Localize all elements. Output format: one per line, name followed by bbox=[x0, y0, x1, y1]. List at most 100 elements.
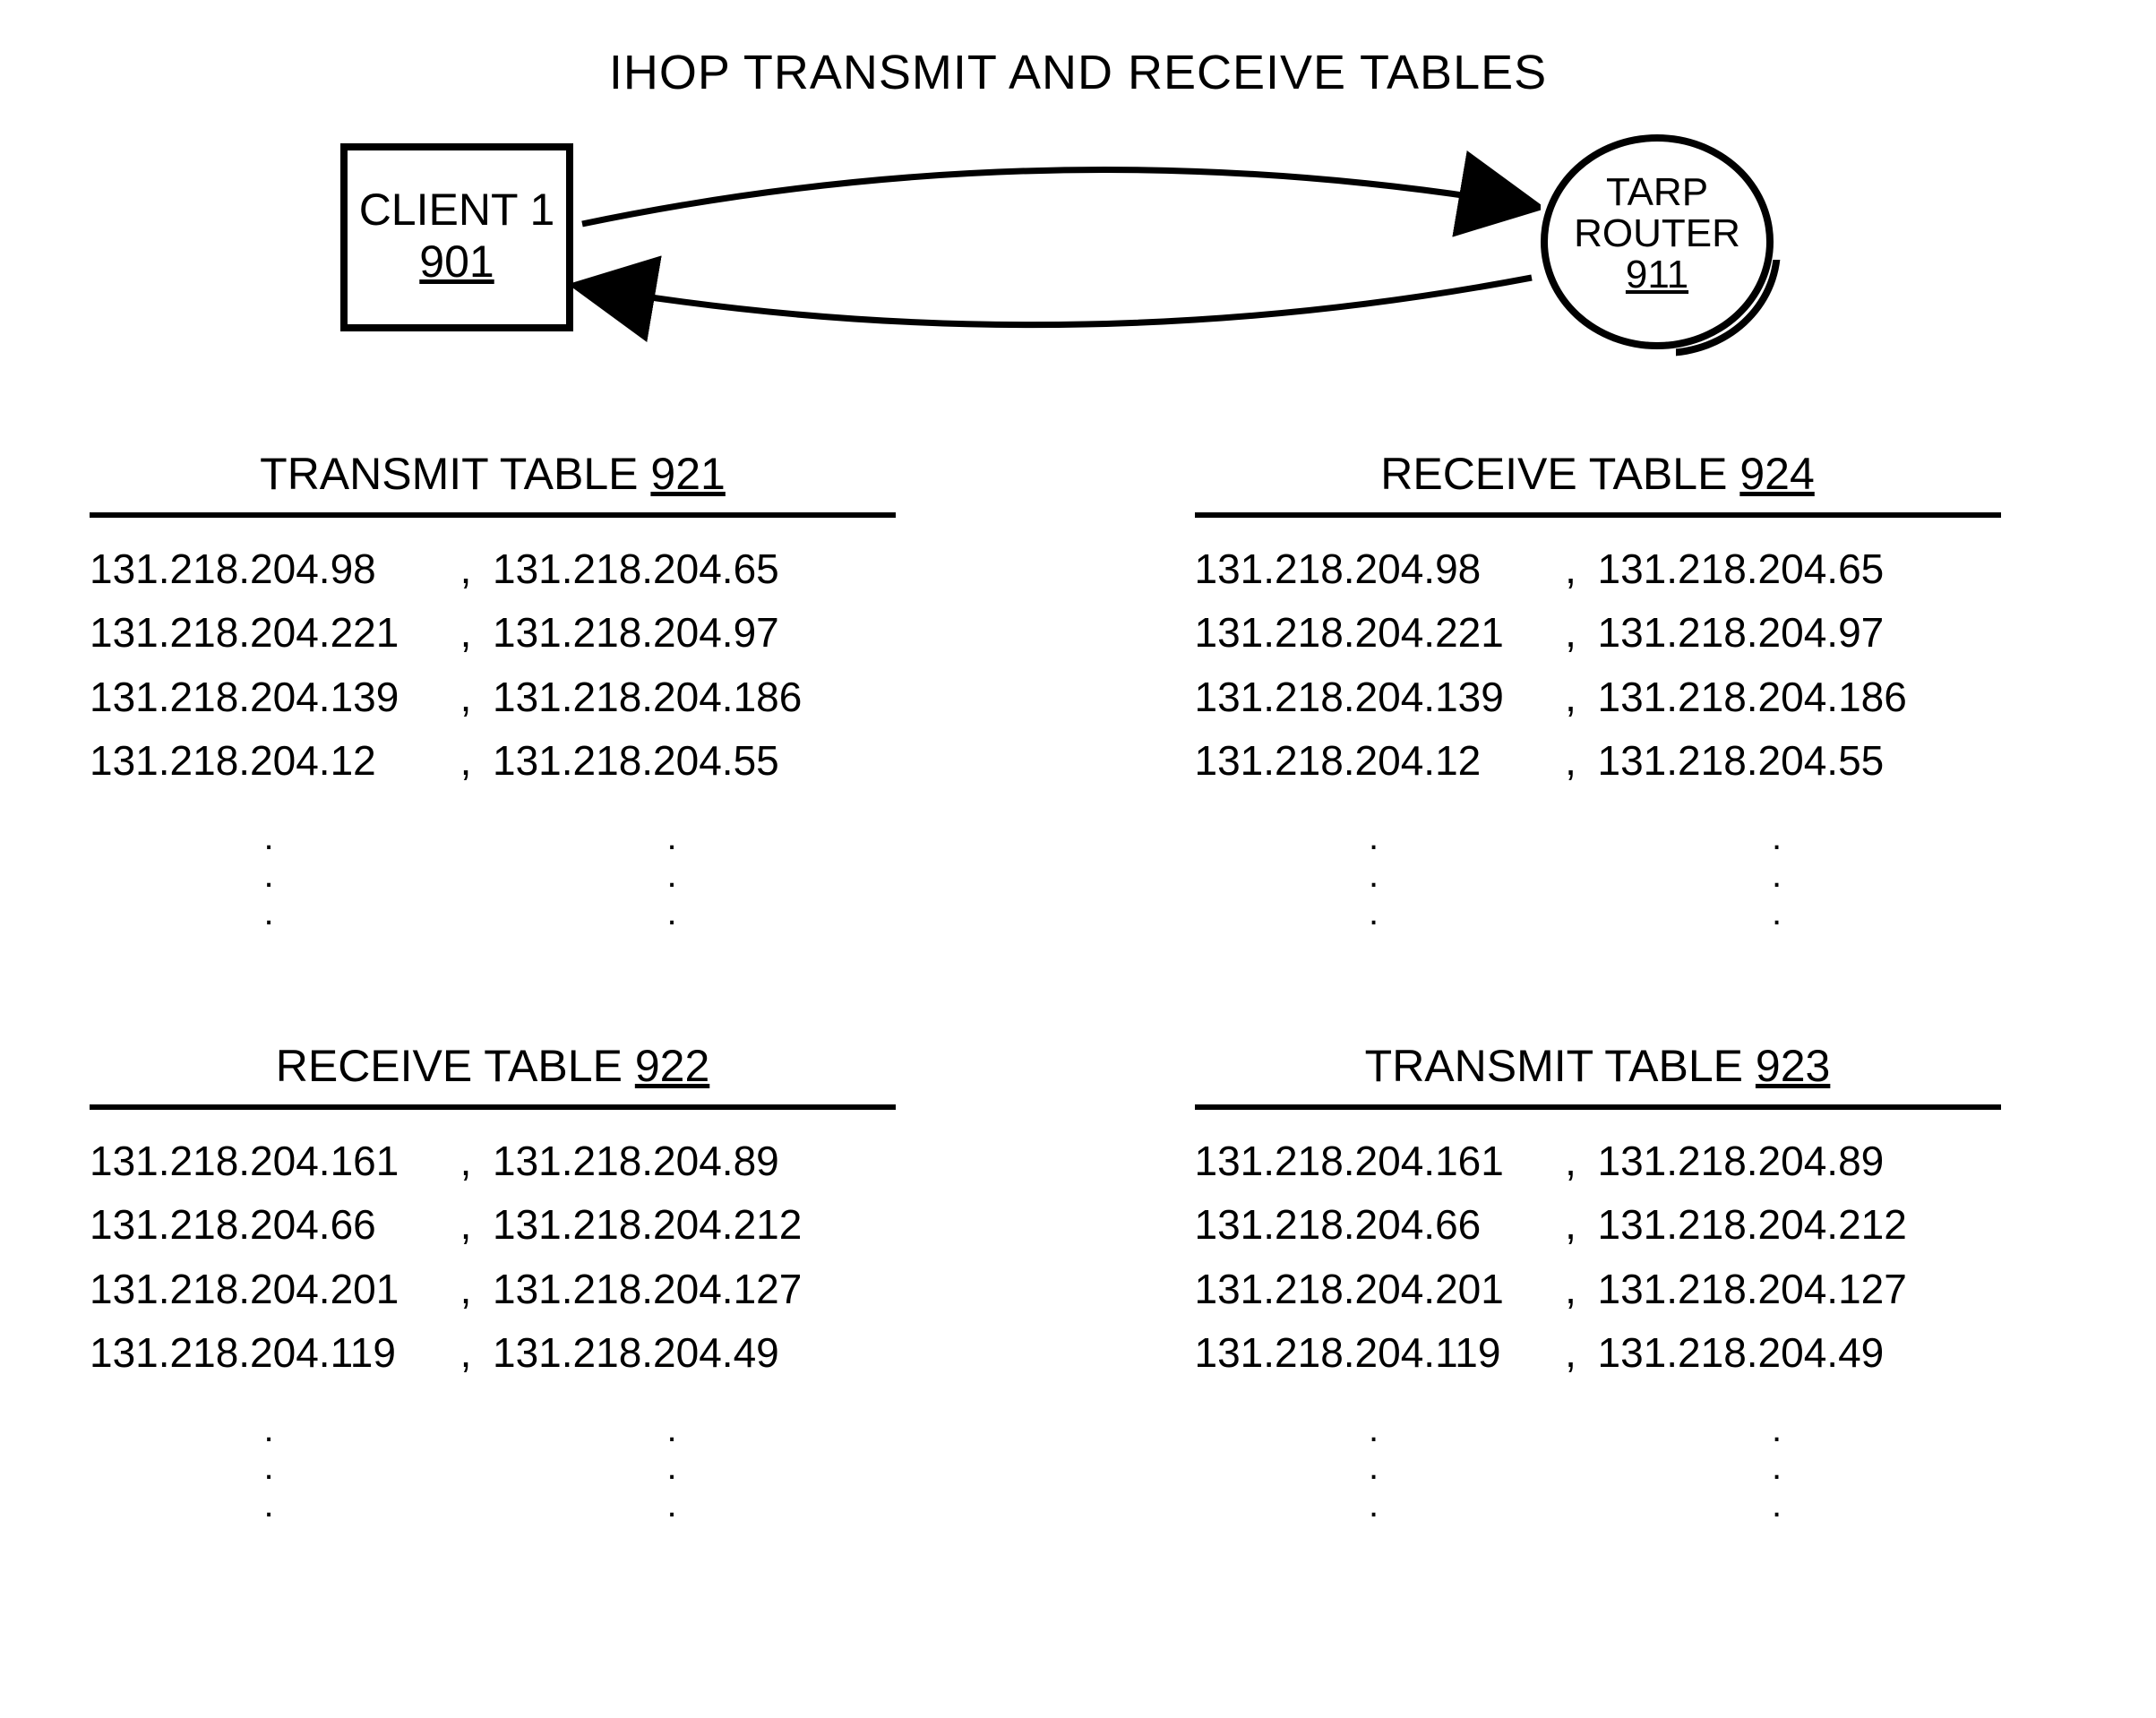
sep: , bbox=[1553, 537, 1589, 601]
ellipsis-row: ... ... bbox=[1195, 820, 2001, 932]
table-rule bbox=[1195, 512, 2001, 518]
sep: , bbox=[448, 537, 484, 601]
ip-b: 131.218.204.127 bbox=[484, 1258, 860, 1321]
ip-b: 131.218.204.89 bbox=[484, 1130, 860, 1193]
ellipsis-col: ... bbox=[1589, 820, 1965, 932]
transmit-table-921: TRANSMIT TABLE 921 131.218.204.98,131.21… bbox=[90, 448, 896, 932]
ip-a: 131.218.204.139 bbox=[1195, 666, 1553, 729]
sep: , bbox=[448, 1193, 484, 1257]
table-row: 131.218.204.139,131.218.204.186 bbox=[1195, 666, 2001, 729]
client-label: CLIENT 1 bbox=[359, 185, 555, 235]
table-row: 131.218.204.119,131.218.204.49 bbox=[1195, 1321, 2001, 1385]
ip-a: 131.218.204.119 bbox=[1195, 1321, 1553, 1385]
client-ref: 901 bbox=[348, 236, 566, 288]
ip-a: 131.218.204.161 bbox=[1195, 1130, 1553, 1193]
ip-b: 131.218.204.49 bbox=[484, 1321, 860, 1385]
table-row: 131.218.204.221,131.218.204.97 bbox=[90, 601, 896, 665]
table-row: 131.218.204.161,131.218.204.89 bbox=[1195, 1130, 2001, 1193]
bidirectional-arrows bbox=[573, 143, 1541, 349]
arrow-router-to-client bbox=[582, 278, 1532, 325]
ip-b: 131.218.204.186 bbox=[1589, 666, 1965, 729]
sep: , bbox=[1553, 1193, 1589, 1257]
table-row: 131.218.204.12,131.218.204.55 bbox=[90, 729, 896, 793]
ip-a: 131.218.204.66 bbox=[90, 1193, 448, 1257]
ip-a: 131.218.204.201 bbox=[90, 1258, 448, 1321]
arrow-client-to-router bbox=[582, 170, 1532, 225]
table-row: 131.218.204.98,131.218.204.65 bbox=[90, 537, 896, 601]
router-line1: TARP bbox=[1606, 170, 1708, 214]
ip-b: 131.218.204.186 bbox=[484, 666, 860, 729]
table-ref: 922 bbox=[635, 1041, 709, 1091]
diagram-page: IHOP TRANSMIT AND RECEIVE TABLES CLIENT … bbox=[0, 0, 2156, 1718]
ip-b: 131.218.204.127 bbox=[1589, 1258, 1965, 1321]
client-node: CLIENT 1 901 bbox=[340, 143, 573, 331]
table-row: 131.218.204.98,131.218.204.65 bbox=[1195, 537, 2001, 601]
table-row: 131.218.204.119,131.218.204.49 bbox=[90, 1321, 896, 1385]
ip-b: 131.218.204.212 bbox=[1589, 1193, 1965, 1257]
table-row: 131.218.204.221,131.218.204.97 bbox=[1195, 601, 2001, 665]
sep: , bbox=[448, 1321, 484, 1385]
ellipsis-col: ... bbox=[484, 1412, 860, 1525]
ellipsis-col: ... bbox=[90, 1412, 448, 1525]
table-ref: 924 bbox=[1739, 449, 1814, 499]
ellipsis-row: ... ... bbox=[90, 1412, 896, 1525]
ip-b: 131.218.204.97 bbox=[1589, 601, 1965, 665]
ip-a: 131.218.204.201 bbox=[1195, 1258, 1553, 1321]
ip-a: 131.218.204.139 bbox=[90, 666, 448, 729]
sep: , bbox=[1553, 666, 1589, 729]
ellipsis-col: ... bbox=[1195, 1412, 1553, 1525]
table-row: 131.218.204.161,131.218.204.89 bbox=[90, 1130, 896, 1193]
table-label: TRANSMIT TABLE bbox=[260, 449, 638, 499]
sep: , bbox=[1553, 1321, 1589, 1385]
ellipsis-col: ... bbox=[484, 820, 860, 932]
sep: , bbox=[1553, 1130, 1589, 1193]
table-rule bbox=[90, 1104, 896, 1110]
ip-a: 131.218.204.12 bbox=[90, 729, 448, 793]
receive-table-922: RECEIVE TABLE 922 131.218.204.161,131.21… bbox=[90, 1040, 896, 1525]
sep: , bbox=[1553, 1258, 1589, 1321]
table-row: 131.218.204.12,131.218.204.55 bbox=[1195, 729, 2001, 793]
ip-b: 131.218.204.65 bbox=[1589, 537, 1965, 601]
table-row: 131.218.204.66,131.218.204.212 bbox=[90, 1193, 896, 1257]
table-row: 131.218.204.201,131.218.204.127 bbox=[1195, 1258, 2001, 1321]
page-title: IHOP TRANSMIT AND RECEIVE TABLES bbox=[0, 45, 2156, 100]
ip-a: 131.218.204.12 bbox=[1195, 729, 1553, 793]
ip-b: 131.218.204.55 bbox=[484, 729, 860, 793]
router-line2: ROUTER bbox=[1574, 211, 1740, 255]
transmit-table-923: TRANSMIT TABLE 923 131.218.204.161,131.2… bbox=[1195, 1040, 2001, 1525]
ellipsis-row: ... ... bbox=[1195, 1412, 2001, 1525]
table-ref: 921 bbox=[650, 449, 725, 499]
router-ref: 911 bbox=[1548, 254, 1766, 296]
ip-b: 131.218.204.55 bbox=[1589, 729, 1965, 793]
ellipsis-col: ... bbox=[1589, 1412, 1965, 1525]
sep: , bbox=[448, 1258, 484, 1321]
ip-b: 131.218.204.65 bbox=[484, 537, 860, 601]
ip-b: 131.218.204.89 bbox=[1589, 1130, 1965, 1193]
table-row: 131.218.204.201,131.218.204.127 bbox=[90, 1258, 896, 1321]
ip-b: 131.218.204.49 bbox=[1589, 1321, 1965, 1385]
sep: , bbox=[448, 729, 484, 793]
table-ref: 923 bbox=[1756, 1041, 1830, 1091]
ip-b: 131.218.204.212 bbox=[484, 1193, 860, 1257]
table-row: 131.218.204.66,131.218.204.212 bbox=[1195, 1193, 2001, 1257]
table-label: RECEIVE TABLE bbox=[1380, 449, 1727, 499]
ellipsis-col: ... bbox=[90, 820, 448, 932]
ellipsis-col: ... bbox=[1195, 820, 1553, 932]
sep: , bbox=[1553, 729, 1589, 793]
tables-grid: TRANSMIT TABLE 921 131.218.204.98,131.21… bbox=[90, 448, 2066, 1525]
ip-a: 131.218.204.98 bbox=[90, 537, 448, 601]
ip-a: 131.218.204.221 bbox=[1195, 601, 1553, 665]
table-rule bbox=[90, 512, 896, 518]
ip-a: 131.218.204.66 bbox=[1195, 1193, 1553, 1257]
ip-a: 131.218.204.221 bbox=[90, 601, 448, 665]
sep: , bbox=[1553, 601, 1589, 665]
ip-b: 131.218.204.97 bbox=[484, 601, 860, 665]
table-rule bbox=[1195, 1104, 2001, 1110]
table-row: 131.218.204.139,131.218.204.186 bbox=[90, 666, 896, 729]
table-label: TRANSMIT TABLE bbox=[1365, 1041, 1743, 1091]
sep: , bbox=[448, 601, 484, 665]
receive-table-924: RECEIVE TABLE 924 131.218.204.98,131.218… bbox=[1195, 448, 2001, 932]
router-node: TARP ROUTER 911 bbox=[1541, 134, 1774, 349]
ellipsis-row: ... ... bbox=[90, 820, 896, 932]
sep: , bbox=[448, 1130, 484, 1193]
